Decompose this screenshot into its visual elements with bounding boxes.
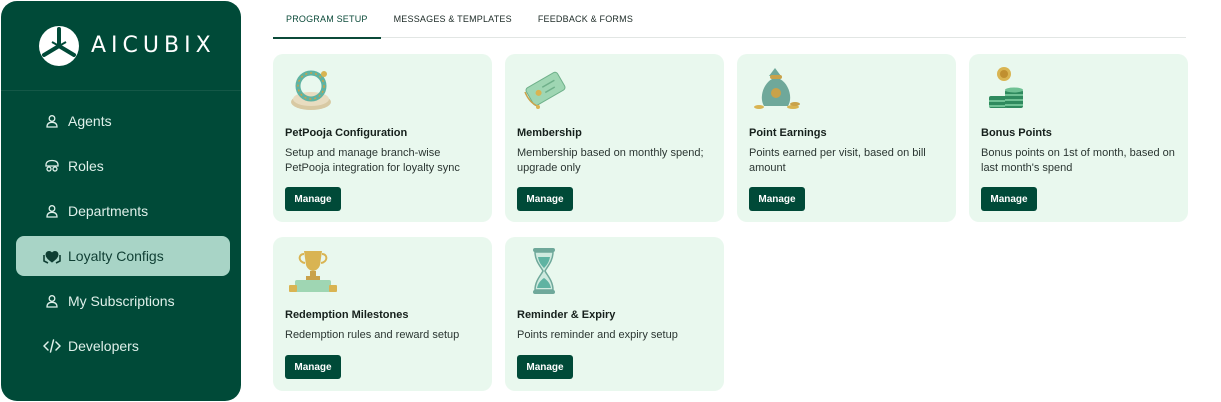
ring-dish-icon xyxy=(291,70,331,110)
tab-feedback-forms[interactable]: FEEDBACK & FORMS xyxy=(525,0,646,38)
sidebar-item-agents[interactable]: Agents xyxy=(16,101,230,141)
sidebar-item-loyalty-configs[interactable]: Loyalty Configs xyxy=(16,236,230,276)
card-title: Bonus Points xyxy=(981,127,1052,139)
card-title: Reminder & Expiry xyxy=(517,309,616,321)
card-point-earnings: Point Earnings Points earned per visit, … xyxy=(737,54,956,222)
user-icon xyxy=(43,202,61,220)
card-title: Point Earnings xyxy=(749,127,827,139)
page: AICUBIX Agents Roles Departments Loyalty… xyxy=(0,0,1221,402)
tab-bar: PROGRAM SETUP MESSAGES & TEMPLATES FEEDB… xyxy=(273,0,1186,39)
manage-button[interactable]: Manage xyxy=(517,355,573,379)
sidebar-nav: Agents Roles Departments Loyalty Configs xyxy=(1,91,241,366)
card-description: Membership based on monthly spend; upgra… xyxy=(517,147,704,174)
coin-stack-icon xyxy=(989,67,1023,108)
card-title: Redemption Milestones xyxy=(285,309,409,321)
tab-messages-templates[interactable]: MESSAGES & TEMPLATES xyxy=(381,0,525,38)
sidebar-item-label: Agents xyxy=(68,113,112,129)
card-description: Points earned per visit, based on bill a… xyxy=(749,147,926,174)
user-icon xyxy=(43,292,61,310)
code-icon xyxy=(43,337,61,355)
sidebar: AICUBIX Agents Roles Departments Loyalty… xyxy=(1,1,241,401)
manage-button[interactable]: Manage xyxy=(517,187,573,211)
card-description: Points reminder and expiry setup xyxy=(517,329,678,341)
tab-program-setup[interactable]: PROGRAM SETUP xyxy=(273,0,381,39)
card-bonus-points: Bonus Points Bonus points on 1st of mont… xyxy=(969,54,1188,222)
manage-button[interactable]: Manage xyxy=(981,187,1037,211)
card-description: Setup and manage branch-wise PetPooja in… xyxy=(285,147,460,174)
sidebar-item-my-subscriptions[interactable]: My Subscriptions xyxy=(16,281,230,321)
card-redemption-milestones: Redemption Milestones Redemption rules a… xyxy=(273,237,492,391)
membership-ticket-icon xyxy=(524,71,566,109)
sidebar-item-roles[interactable]: Roles xyxy=(16,146,230,186)
card-petpooja-configuration: PetPooja Configuration Setup and manage … xyxy=(273,54,492,222)
aicubix-logo-icon xyxy=(39,25,79,66)
hourglass-icon xyxy=(533,248,555,294)
trophy-icon xyxy=(289,251,337,292)
manage-button[interactable]: Manage xyxy=(749,187,805,211)
sidebar-item-label: Roles xyxy=(68,158,104,174)
brand-name: AICUBIX xyxy=(91,33,216,58)
sidebar-item-developers[interactable]: Developers xyxy=(16,326,230,366)
user-icon xyxy=(43,112,61,130)
sidebar-item-label: My Subscriptions xyxy=(68,293,175,309)
card-title: Membership xyxy=(517,127,582,139)
sidebar-item-departments[interactable]: Departments xyxy=(16,191,230,231)
card-description: Bonus points on 1st of month, based on l… xyxy=(981,147,1175,174)
manage-button[interactable]: Manage xyxy=(285,187,341,211)
card-membership: Membership Membership based on monthly s… xyxy=(505,54,724,222)
manage-button[interactable]: Manage xyxy=(285,355,341,379)
sidebar-item-label: Departments xyxy=(68,203,149,219)
sidebar-item-label: Developers xyxy=(68,338,139,354)
loyalty-icon xyxy=(43,247,61,265)
card-title: PetPooja Configuration xyxy=(285,127,408,139)
roles-icon xyxy=(43,157,61,175)
card-description: Redemption rules and reward setup xyxy=(285,329,460,341)
card-reminder-expiry: Reminder & Expiry Points reminder and ex… xyxy=(505,237,724,391)
money-bag-icon xyxy=(754,68,800,109)
brand: AICUBIX xyxy=(1,1,241,91)
sidebar-item-label: Loyalty Configs xyxy=(68,248,164,264)
